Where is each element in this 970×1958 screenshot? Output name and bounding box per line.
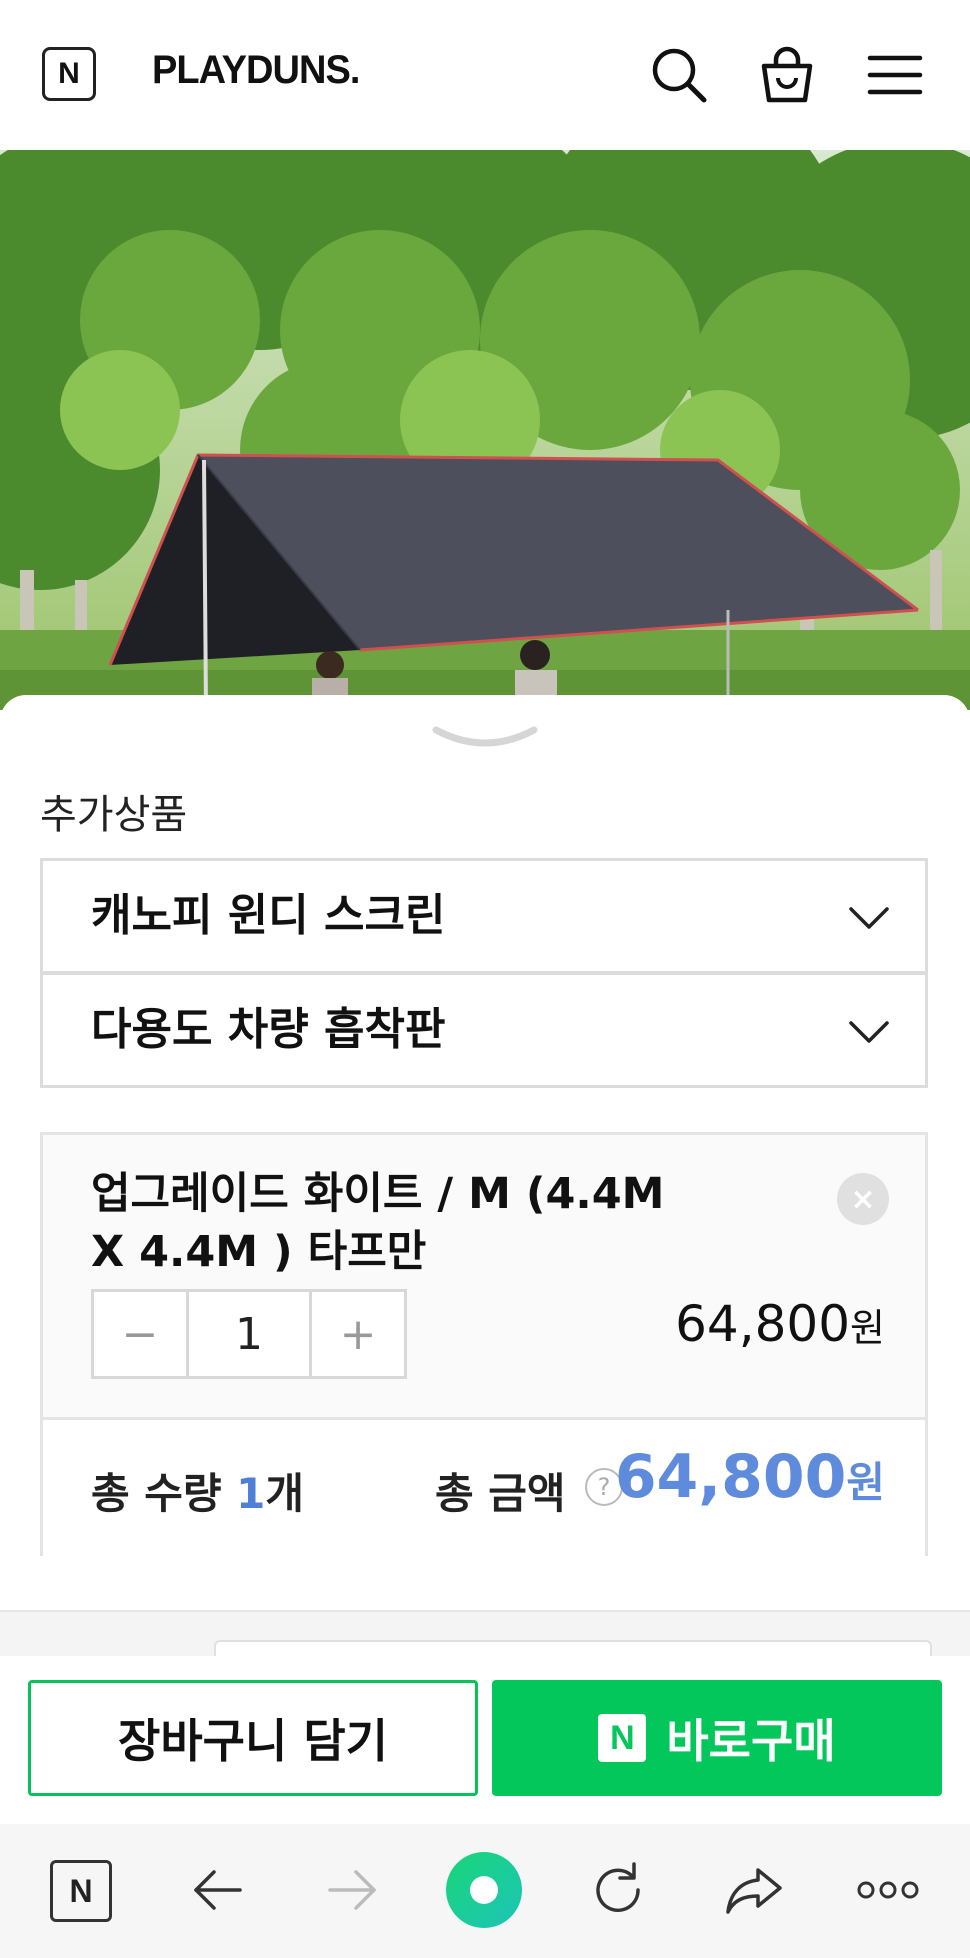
total-amount-label: 총 금액 [435, 1469, 566, 1518]
sheet-collapse-handle-icon[interactable] [430, 722, 540, 758]
option-price-currency: 원 [850, 1306, 885, 1350]
chevron-down-icon [849, 1021, 889, 1043]
selected-option-name: 업그레이드 화이트 / M (4.4M X 4.4M ) 타프만 [91, 1169, 665, 1277]
additional-products-title: 추가상품 [40, 792, 188, 838]
naver-pay-logo: N [598, 1714, 647, 1762]
top-header [0, 0, 970, 150]
product-hero-image [0, 150, 970, 710]
remove-option-button[interactable]: × [837, 1173, 889, 1225]
option-select-label: 캐노피 윈디 스크린 [91, 890, 446, 941]
option-select-canopy-windy-screen[interactable]: 캐노피 윈디 스크린 [40, 858, 928, 974]
option-price-value: 64,800 [675, 1295, 851, 1353]
quantity-stepper: − 1 + [91, 1289, 407, 1379]
hamburger-menu-icon[interactable] [864, 44, 926, 106]
increase-quantity-button[interactable]: + [312, 1292, 404, 1376]
total-quantity-value: 1 [236, 1469, 266, 1518]
total-quantity: 총 수량 1개 [91, 1460, 304, 1521]
option-price: 64,800원 [675, 1295, 885, 1353]
green-dot-icon[interactable] [444, 1850, 524, 1930]
more-options-icon[interactable] [856, 1858, 920, 1922]
buy-now-button[interactable]: N 바로구매 [492, 1680, 942, 1796]
shopping-bag-icon[interactable] [756, 44, 818, 106]
total-quantity-unit: 개 [265, 1469, 305, 1518]
option-select-label: 다용도 차량 흡착판 [91, 1004, 446, 1055]
naver-home-logo[interactable]: N [42, 47, 96, 101]
quantity-value[interactable]: 1 [186, 1292, 312, 1376]
decrease-quantity-button[interactable]: − [94, 1292, 186, 1376]
browser-home-button[interactable]: N [50, 1860, 112, 1922]
option-select-vehicle-suction[interactable]: 다용도 차량 흡착판 [40, 972, 928, 1088]
share-icon[interactable] [722, 1858, 786, 1922]
buy-now-label: 바로구매 [666, 1714, 836, 1768]
forward-arrow-icon[interactable] [320, 1858, 384, 1922]
search-icon[interactable] [648, 44, 710, 106]
total-amount: 64,800원 [615, 1442, 885, 1512]
back-arrow-icon[interactable] [186, 1858, 250, 1922]
chevron-down-icon [849, 907, 889, 929]
naver-logo-letter: N [58, 57, 80, 90]
totals-row: 총 수량 1개 총 금액 ? 64,800원 [43, 1420, 925, 1556]
naver-logo-letter: N [69, 1872, 93, 1909]
total-amount-currency: 원 [846, 1458, 885, 1507]
selected-option-card: 업그레이드 화이트 / M (4.4M X 4.4M ) 타프만 × − 1 +… [40, 1132, 928, 1556]
total-quantity-label: 총 수량 [91, 1469, 237, 1518]
add-to-cart-button[interactable]: 장바구니 담기 [28, 1680, 478, 1796]
close-icon: × [850, 1181, 876, 1217]
total-amount-value: 64,800 [614, 1442, 847, 1512]
refresh-icon[interactable] [586, 1858, 650, 1922]
brand-logo[interactable]: PLAYDUNS. [152, 48, 360, 93]
